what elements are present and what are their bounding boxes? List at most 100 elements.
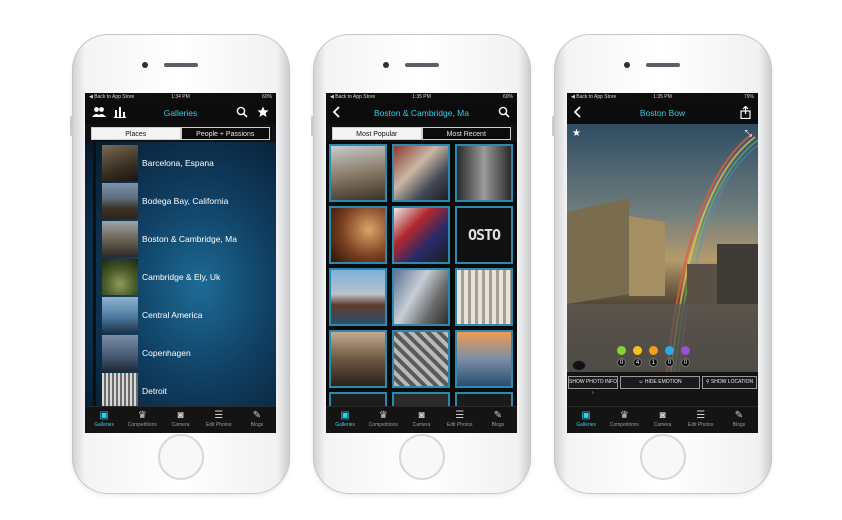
segment-people-passions[interactable]: People + Passions (180, 127, 270, 140)
list-item-label: Central America (142, 310, 203, 320)
emotion-count: 1 (649, 358, 658, 367)
photo-tile[interactable] (329, 330, 387, 388)
side-button (552, 116, 555, 136)
photo-tile[interactable] (392, 206, 450, 264)
tab-label: Blogs (491, 422, 505, 428)
star-icon[interactable] (257, 106, 269, 122)
list-item-label: Copenhagen (142, 348, 191, 358)
photo-image[interactable] (567, 124, 758, 372)
tab-competitions[interactable]: ♛ Competitions (364, 407, 402, 433)
status-time: 1:35 PM (412, 94, 431, 100)
photo-tile[interactable] (329, 206, 387, 264)
speaker-grille (646, 63, 680, 67)
tab-competitions[interactable]: ♛ Competitions (123, 407, 161, 433)
photo-tile[interactable] (329, 268, 387, 326)
image-icon: ▣ (340, 410, 350, 421)
side-button (311, 116, 314, 136)
segment-places[interactable]: Places (91, 127, 181, 140)
photo-tile[interactable] (392, 330, 450, 388)
page-title: Boston & Cambridge, Ma (374, 108, 469, 118)
tab-label: Galleries (576, 422, 596, 428)
expand-icon[interactable]: ⤡ (745, 128, 752, 139)
hide-emotion-button[interactable]: ☺ HIDE EMOTION (620, 376, 700, 389)
home-button[interactable] (399, 434, 445, 480)
list-item[interactable]: Boston & Cambridge, Ma (102, 220, 276, 258)
show-photo-info-button[interactable]: SHOW PHOTO INFO › (568, 376, 618, 396)
photo-tile[interactable] (392, 268, 450, 326)
sliders-icon: ☰ (214, 410, 224, 421)
photo-tile[interactable] (455, 330, 513, 388)
tab-label: Blogs (250, 422, 264, 428)
speaker-grille (164, 63, 198, 67)
emotion-count: 0 (617, 358, 626, 367)
phone-gallery-grid: ◀ Back to App Store 1:35 PM 60% Boston &… (311, 34, 531, 494)
phone-photo-detail: ◀ Back to App Store 1:35 PM 79% Boston B… (552, 34, 772, 494)
tab-label: Camera (412, 422, 431, 428)
nav-bar: Galleries (85, 102, 276, 124)
tab-edit-photos[interactable]: ☰ Edit Photos (682, 407, 720, 433)
home-button[interactable] (640, 434, 686, 480)
tab-camera[interactable]: ◙ Camera (161, 407, 199, 433)
tab-blogs[interactable]: ✎ Blogs (238, 407, 276, 433)
gallery-thumbnail (102, 297, 138, 333)
battery-level: 79% (743, 94, 754, 100)
screen-galleries: ◀ Back to App Store 1:34 PM 60% Gallerie… (85, 93, 276, 433)
emotion-icon[interactable] (649, 346, 658, 355)
gallery-thumbnail (102, 183, 138, 219)
battery-level: 60% (261, 94, 272, 100)
tab-galleries[interactable]: ▣ Galleries (326, 407, 364, 433)
tab-label: Camera (653, 422, 672, 428)
tab-label: Competitions (368, 422, 398, 428)
phone-galleries: ◀ Back to App Store 1:34 PM 60% Gallerie… (70, 34, 290, 494)
list-item-label: Cambridge & Ely, Uk (142, 272, 221, 282)
trophy-icon: ♛ (378, 410, 388, 421)
share-icon[interactable] (740, 105, 751, 123)
list-item[interactable]: Cambridge & Ely, Uk (102, 258, 276, 296)
emotion-icon[interactable] (665, 346, 674, 355)
photo-tile[interactable]: OSTO (455, 206, 513, 264)
emotion-icon[interactable] (681, 346, 690, 355)
tab-blogs[interactable]: ✎ Blogs (720, 407, 758, 433)
status-bar: ◀ Back to App Store 1:35 PM 79% (567, 93, 758, 102)
tab-edit-photos[interactable]: ☰ Edit Photos (200, 407, 238, 433)
emotion-count: 0 (665, 358, 674, 367)
tab-competitions[interactable]: ♛ Competitions (605, 407, 643, 433)
tab-camera[interactable]: ◙ Camera (643, 407, 681, 433)
gallery-thumbnail (102, 373, 138, 409)
tab-blogs[interactable]: ✎ Blogs (479, 407, 517, 433)
camera-icon: ◙ (659, 410, 666, 421)
photo-tile[interactable] (329, 144, 387, 202)
segment-most-recent[interactable]: Most Recent (421, 127, 511, 140)
home-button[interactable] (158, 434, 204, 480)
list-item[interactable]: Copenhagen (102, 334, 276, 372)
tab-bar: ▣ Galleries ♛ Competitions ◙ Camera ☰ Edit P… (567, 406, 758, 433)
emotion-icon[interactable] (617, 346, 626, 355)
tab-galleries[interactable]: ▣ Galleries (567, 407, 605, 433)
page-title: Boston Bow (639, 108, 686, 118)
photo-tile[interactable] (455, 268, 513, 326)
segment-most-popular[interactable]: Most Popular (332, 127, 422, 140)
status-bar: ◀ Back to App Store 1:34 PM 60% (85, 93, 276, 102)
photo-tile[interactable] (455, 144, 513, 202)
search-icon[interactable] (498, 106, 510, 122)
tab-label: Galleries (94, 422, 114, 428)
tab-edit-photos[interactable]: ☰ Edit Photos (441, 407, 479, 433)
blog-icon: ✎ (252, 410, 262, 421)
list-item[interactable]: Central America (102, 296, 276, 334)
emotion-icon[interactable] (633, 346, 642, 355)
star-icon[interactable]: ★ (572, 128, 581, 139)
gallery-thumbnail (102, 145, 138, 181)
tab-galleries[interactable]: ▣ Galleries (85, 407, 123, 433)
segment-control: Most Popular Most Recent (326, 124, 517, 142)
list-item[interactable]: Detroit (102, 372, 276, 410)
tab-camera[interactable]: ◙ Camera (402, 407, 440, 433)
list-item[interactable]: Barcelona, Espana (102, 144, 276, 182)
tab-label: Galleries (335, 422, 355, 428)
list-item[interactable]: Bodega Bay, California (102, 182, 276, 220)
show-location-button[interactable]: ⚲ SHOW LOCATION (702, 376, 757, 389)
photo-tile[interactable] (392, 144, 450, 202)
front-camera (383, 62, 389, 68)
search-icon[interactable] (236, 106, 248, 122)
comment-icon[interactable] (572, 360, 586, 371)
trophy-icon: ♛ (619, 410, 629, 421)
